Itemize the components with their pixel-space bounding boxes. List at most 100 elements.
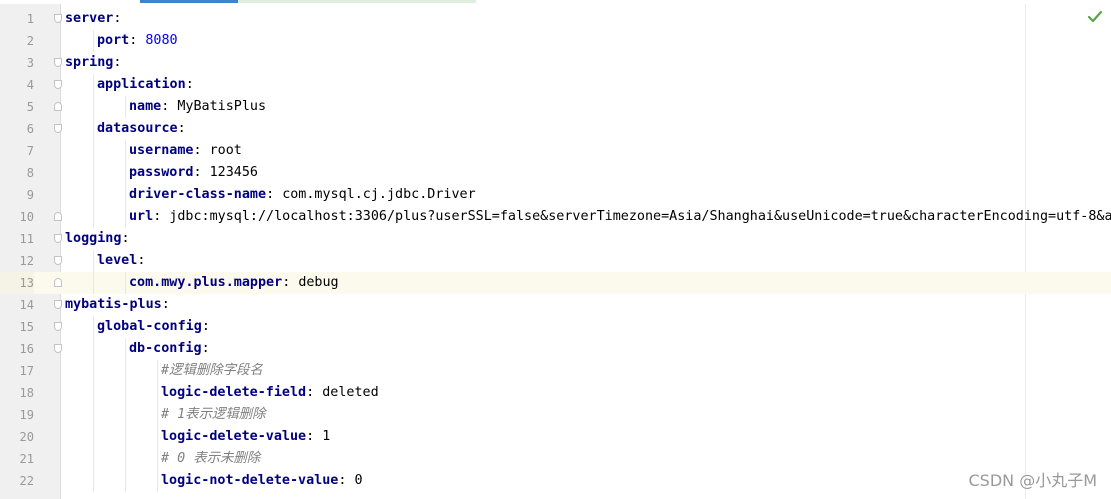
fold-collapse-icon[interactable] (54, 124, 62, 133)
code-line[interactable]: 20 logic-delete-value: 1 (0, 426, 1111, 448)
code-text: # 1表示逻辑删除 (161, 404, 266, 426)
indent-guide (93, 118, 94, 140)
code-text: level: (97, 253, 146, 268)
active-tab-indicator[interactable] (140, 0, 238, 3)
line-number: 1 (26, 12, 34, 26)
indent-guide (125, 96, 126, 118)
line-number: 11 (19, 232, 34, 246)
code-text: url: jdbc:mysql://localhost:3306/plus?us… (129, 206, 1111, 228)
code-text: logic-delete-value: 1 (161, 429, 331, 444)
fold-collapse-icon[interactable] (54, 322, 62, 331)
code-line[interactable]: 12 level: (0, 250, 1111, 272)
code-line[interactable]: 15 global-config: (0, 316, 1111, 338)
code-line[interactable]: 14 mybatis-plus: (0, 294, 1111, 316)
indent-guide (125, 272, 126, 294)
fold-collapse-icon[interactable] (54, 80, 62, 89)
yaml-comment: # 1表示逻辑删除 (161, 407, 266, 422)
fold-collapse-icon[interactable] (54, 58, 62, 67)
code-text: driver-class-name: com.mysql.cj.jdbc.Dri… (129, 187, 476, 202)
fold-collapse-icon[interactable] (54, 14, 62, 23)
yaml-key: logic-delete-value (161, 429, 307, 444)
yaml-key: logic-delete-field (161, 385, 307, 400)
code-line[interactable]: 7 username: root (0, 140, 1111, 162)
code-text: port: 8080 (97, 33, 178, 48)
code-editor[interactable]: 1 server: 2 port: 8080 3 spring: 4 application:… (0, 4, 1111, 499)
yaml-key: db-config (129, 341, 202, 356)
code-line[interactable]: 6 datasource: (0, 118, 1111, 140)
line-number: 3 (26, 56, 34, 70)
code-line[interactable]: 8 password: 123456 (0, 162, 1111, 184)
fold-end-icon[interactable] (54, 212, 62, 221)
indent-guide (157, 448, 158, 470)
code-line[interactable]: 5 name: MyBatisPlus (0, 96, 1111, 118)
fold-collapse-icon[interactable] (54, 344, 62, 353)
line-number: 8 (26, 166, 34, 180)
line-number: 4 (26, 78, 34, 92)
yaml-key: url (129, 209, 154, 224)
watermark: CSDN @小丸子M (968, 471, 1097, 490)
check-icon[interactable] (1087, 10, 1103, 24)
code-line[interactable]: 21 # 0 表示未删除 (0, 448, 1111, 470)
line-number: 14 (19, 298, 34, 312)
line-number: 21 (19, 452, 34, 466)
indent-guide (125, 382, 126, 404)
code-line[interactable]: 13 com.mwy.plus.mapper: debug (0, 272, 1111, 294)
yaml-key: logic-not-delete-value (161, 473, 339, 488)
yaml-key: logging (65, 231, 122, 246)
fold-end-icon[interactable] (54, 102, 62, 111)
yaml-key: driver-class-name (129, 187, 267, 202)
indent-guide (157, 404, 158, 426)
code-line[interactable]: 3 spring: (0, 52, 1111, 74)
code-text: server: (65, 11, 122, 26)
code-line[interactable]: 10 url: jdbc:mysql://localhost:3306/plus?… (0, 206, 1111, 228)
indent-guide (93, 250, 94, 272)
code-line[interactable]: 18 logic-delete-field: deleted (0, 382, 1111, 404)
yaml-key: port (97, 33, 130, 48)
indent-guide (125, 338, 126, 360)
indent-guide (125, 162, 126, 184)
indent-guide (93, 140, 94, 162)
code-text: logic-delete-field: deleted (161, 385, 379, 400)
code-line[interactable]: 22 logic-not-delete-value: 0 (0, 470, 1111, 492)
line-number: 10 (19, 210, 34, 224)
indent-guide (125, 360, 126, 382)
fold-collapse-icon[interactable] (54, 256, 62, 265)
line-number: 12 (19, 254, 34, 268)
yaml-value: 123456 (209, 165, 258, 180)
inactive-tab-indicator[interactable] (238, 0, 476, 3)
line-number: 6 (26, 122, 34, 136)
yaml-key: datasource (97, 121, 178, 136)
code-text: name: MyBatisPlus (129, 99, 267, 114)
indent-guide (93, 338, 94, 360)
indent-guide (125, 426, 126, 448)
yaml-key: level (97, 253, 138, 268)
fold-collapse-icon[interactable] (54, 300, 62, 309)
fold-collapse-icon[interactable] (54, 234, 62, 243)
yaml-key: mybatis-plus (65, 297, 162, 312)
indent-guide (93, 206, 94, 228)
code-line[interactable]: 16 db-config: (0, 338, 1111, 360)
line-number: 22 (19, 474, 34, 488)
code-text: mybatis-plus: (65, 297, 170, 312)
line-number: 20 (19, 430, 34, 444)
fold-end-icon[interactable] (54, 278, 62, 287)
code-text: global-config: (97, 319, 210, 334)
code-line[interactable]: 4 application: (0, 74, 1111, 96)
indent-guide (93, 426, 94, 448)
code-line[interactable]: 2 port: 8080 (0, 30, 1111, 52)
code-line[interactable]: 1 server: (0, 8, 1111, 30)
code-line[interactable]: 11 logging: (0, 228, 1111, 250)
code-line[interactable]: 19 # 1表示逻辑删除 (0, 404, 1111, 426)
line-number: 16 (19, 342, 34, 356)
line-number: 9 (26, 188, 34, 202)
indent-guide (93, 316, 94, 338)
indent-guide (125, 206, 126, 228)
line-number: 5 (26, 100, 34, 114)
code-line[interactable]: 9 driver-class-name: com.mysql.cj.jdbc.Dr… (0, 184, 1111, 206)
yaml-key: global-config (97, 319, 202, 334)
indent-guide (157, 382, 158, 404)
code-line[interactable]: 17 #逻辑删除字段名 (0, 360, 1111, 382)
yaml-value: debug (298, 275, 339, 290)
indent-guide (93, 448, 94, 470)
indent-guide (93, 162, 94, 184)
